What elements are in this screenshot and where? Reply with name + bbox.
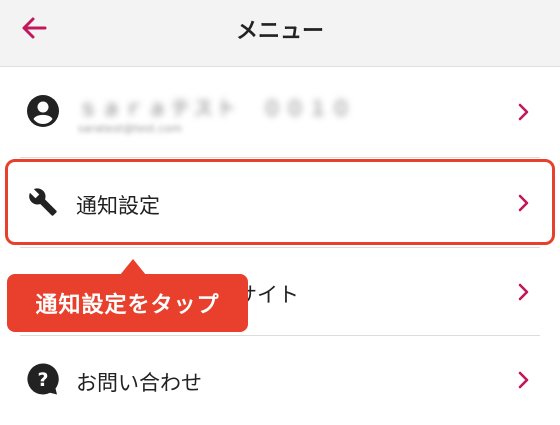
- menu-item-label: 通知設定: [76, 194, 160, 218]
- menu-item-label: お問い合わせ: [76, 371, 202, 395]
- account-name: ｓａｒａテスト ００１０: [78, 96, 354, 120]
- divider: [20, 157, 540, 158]
- chevron-right-icon: [516, 193, 532, 213]
- menu-item-help[interactable]: ? お問い合わせ: [0, 336, 560, 423]
- app-header: メニュー: [0, 0, 560, 67]
- page-title: メニュー: [235, 19, 324, 44]
- wrench-icon: [26, 185, 60, 219]
- account-email: saratest@test.com: [78, 122, 182, 135]
- callout-tooltip: 通知設定をタップ: [7, 259, 248, 332]
- account-circle-icon: [26, 94, 60, 128]
- chevron-right-icon: [516, 282, 532, 302]
- svg-text:?: ?: [37, 369, 48, 391]
- callout-text: 通知設定をタップ: [35, 293, 220, 318]
- chevron-right-icon: [516, 102, 532, 122]
- help-bubble-icon: ?: [26, 362, 60, 396]
- menu-item-notification-settings[interactable]: 通知設定: [0, 159, 560, 246]
- chevron-right-icon: [516, 370, 532, 390]
